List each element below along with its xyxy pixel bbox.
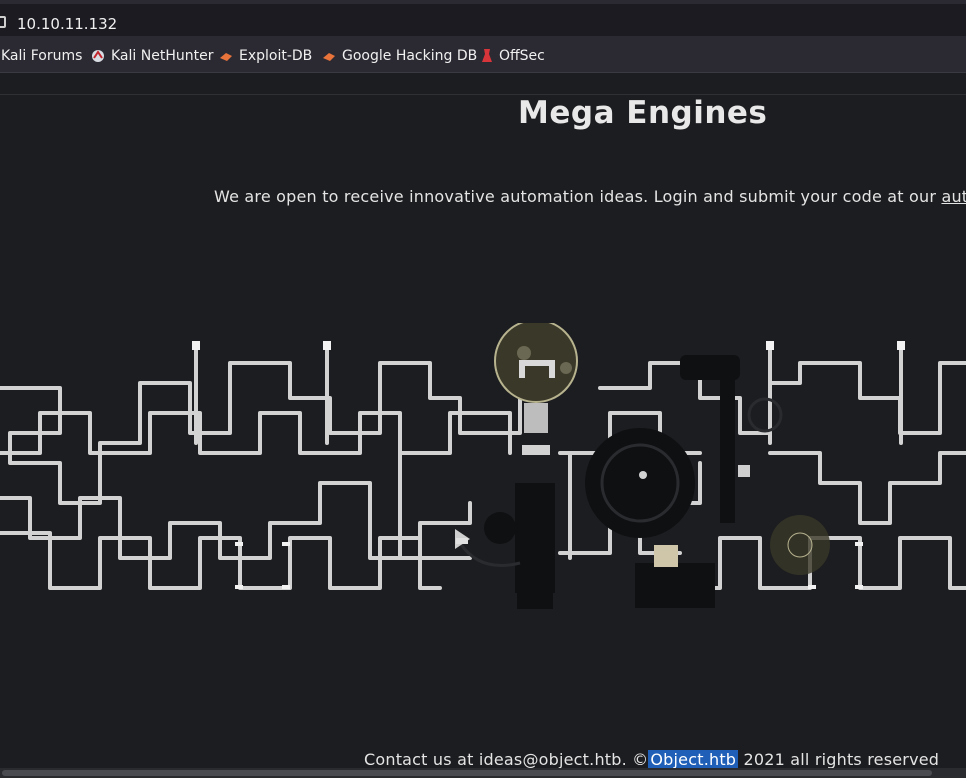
footer-text: Contact us at ideas@object.htb. © Object.… (364, 750, 939, 769)
bookmark-kali-nethunter[interactable]: Kali NetHunter (91, 48, 213, 64)
bookmark-offsec[interactable]: OffSec (481, 48, 545, 64)
url-field[interactable]: 10.10.11.132 (0, 4, 966, 36)
page-title: Mega Engines (518, 95, 768, 131)
exploit-db-icon (220, 53, 232, 61)
bookmark-label: Kali NetHunter (111, 48, 214, 64)
bookmark-google-hacking-db[interactable]: Google Hacking DB (322, 48, 477, 64)
footer-selected-text: Object.htb (648, 750, 739, 769)
intro-paragraph: We are open to receive innovative automa… (214, 187, 966, 206)
scrollbar-thumb[interactable] (2, 770, 932, 776)
pipes-machine-illustration (0, 323, 966, 609)
footer-rights: 2021 all rights reserved (738, 750, 940, 769)
kali-nethunter-icon (92, 50, 104, 62)
ghdb-icon (323, 53, 335, 61)
bookmark-label: Exploit-DB (239, 48, 313, 64)
url-text[interactable]: 10.10.11.132 (17, 15, 117, 33)
bookmarks-toolbar: Kali Forums Kali NetHunter Exploit-DB Go… (0, 40, 966, 73)
horizontal-scrollbar[interactable] (0, 768, 966, 778)
footer-contact: Contact us at ideas@object.htb. © (364, 750, 649, 769)
bookmark-label: Kali Forums (1, 48, 83, 64)
intro-text: We are open to receive innovative automa… (214, 187, 942, 206)
bookmark-label: Google Hacking DB (342, 48, 478, 64)
lightbulb-illustration (494, 323, 578, 455)
lock-icon (0, 16, 6, 28)
page-content: Mega Engines We are open to receive inno… (0, 94, 966, 769)
bookmark-label: OffSec (499, 48, 545, 64)
address-bar: 10.10.11.132 (0, 0, 966, 41)
automation-link[interactable]: autom (941, 187, 966, 206)
offsec-icon (482, 49, 492, 62)
bookmark-kali-forums[interactable]: Kali Forums (1, 48, 82, 64)
bookmark-exploit-db[interactable]: Exploit-DB (219, 48, 312, 64)
